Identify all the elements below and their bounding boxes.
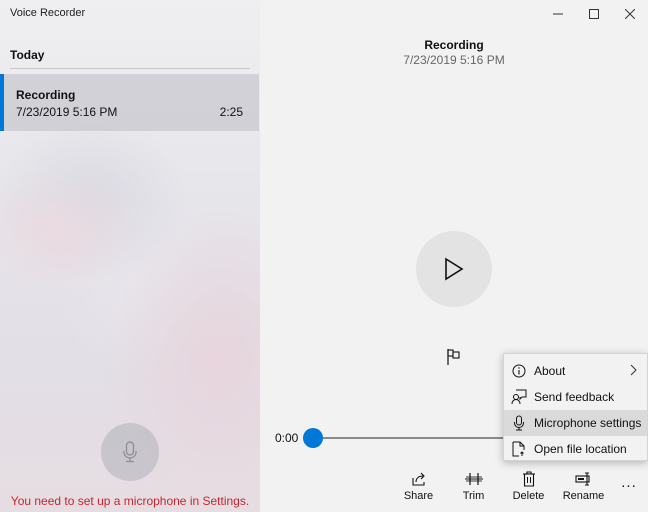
app-title: Voice Recorder [10, 7, 86, 19]
recording-date: 7/23/2019 5:16 PM [403, 53, 505, 67]
info-icon [512, 364, 526, 378]
rename-label: Rename [562, 490, 605, 502]
delete-label: Delete [512, 490, 545, 502]
playback-track[interactable] [312, 437, 512, 439]
maximize-button[interactable] [576, 0, 612, 28]
feedback-icon [511, 389, 527, 405]
delete-button[interactable]: Delete [501, 470, 556, 508]
close-button[interactable] [612, 0, 648, 28]
recording-item-duration: 2:25 [219, 105, 243, 119]
trash-icon [522, 471, 535, 487]
menu-item-about[interactable]: About [504, 358, 647, 384]
bottom-toolbar: Share Trim Delete Rename [391, 470, 611, 508]
close-icon [625, 9, 635, 19]
playback-slider-thumb[interactable] [303, 428, 323, 448]
recordings-pane: Voice Recorder Today Recording 7/23/2019… [0, 0, 260, 512]
menu-item-microphone-settings[interactable]: Microphone settings [504, 410, 647, 436]
play-icon [445, 257, 464, 281]
share-button[interactable]: Share [391, 470, 446, 508]
share-label: Share [403, 490, 434, 502]
add-marker-button[interactable] [444, 347, 464, 367]
menu-item-about-label: About [534, 364, 566, 378]
menu-item-send-feedback[interactable]: Send feedback [504, 384, 647, 410]
file-icon [512, 441, 525, 457]
current-time: 0:00 [275, 431, 299, 445]
rename-icon [574, 472, 590, 486]
menu-item-open-file-location[interactable]: Open file location [504, 436, 647, 462]
record-button[interactable] [101, 423, 159, 481]
rename-button[interactable]: Rename [556, 470, 611, 508]
trim-icon [464, 473, 483, 485]
microphone-icon [514, 415, 524, 431]
menu-item-send-feedback-label: Send feedback [534, 390, 615, 404]
microphone-warning: You need to set up a microphone in Setti… [10, 494, 250, 508]
microphone-icon [123, 441, 137, 463]
section-header-today: Today [10, 48, 45, 62]
share-icon [411, 472, 425, 486]
section-divider [10, 68, 250, 69]
recording-list-item[interactable]: Recording 7/23/2019 5:16 PM 2:25 [0, 74, 259, 131]
window-controls [540, 0, 648, 28]
trim-button[interactable]: Trim [446, 470, 501, 508]
more-options-button[interactable]: ... [614, 472, 644, 494]
menu-item-microphone-settings-label: Microphone settings [534, 416, 642, 430]
menu-item-open-file-location-label: Open file location [534, 442, 627, 456]
minimize-button[interactable] [540, 0, 576, 28]
minimize-icon [553, 13, 563, 15]
trim-label: Trim [462, 490, 485, 502]
chevron-right-icon [630, 364, 637, 376]
recording-title: Recording [424, 38, 484, 52]
more-options-menu: About Send feedback Microphone settings … [503, 353, 648, 461]
flag-icon [447, 349, 460, 365]
play-button[interactable] [416, 231, 492, 307]
recording-item-date: 7/23/2019 5:16 PM [16, 105, 118, 119]
maximize-icon [589, 9, 599, 19]
selection-indicator [0, 74, 4, 131]
recording-item-title: Recording [16, 88, 76, 102]
